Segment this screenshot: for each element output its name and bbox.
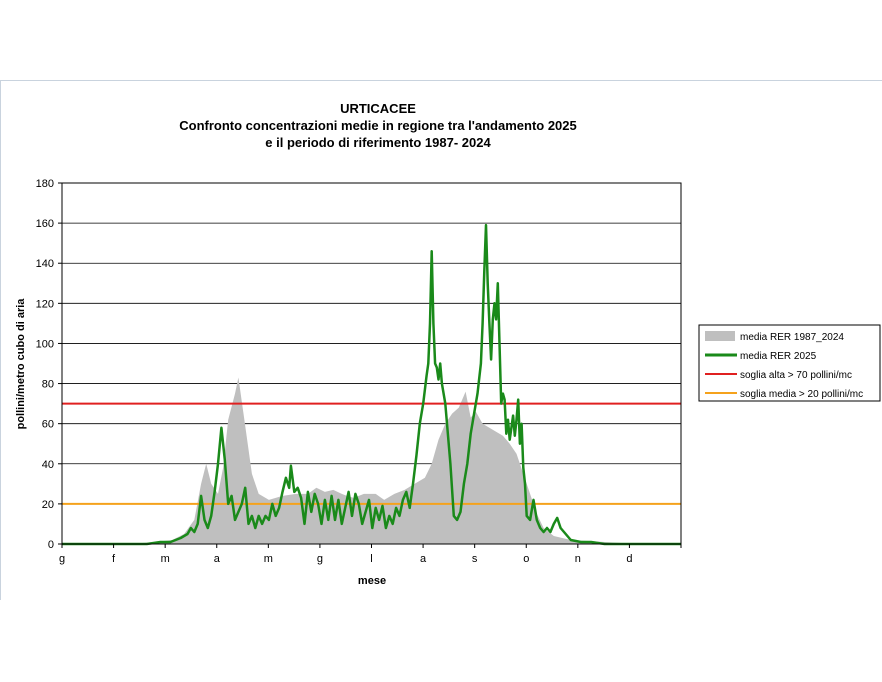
x-tick-label: g xyxy=(59,553,65,565)
grid-lines xyxy=(62,222,681,505)
y-tick-label: 0 xyxy=(48,539,54,551)
y-tick-label: 120 xyxy=(36,298,54,310)
y-tick-label: 180 xyxy=(36,178,54,190)
x-tick-label: o xyxy=(523,553,529,565)
chart-subtitle-line-2: e il periodo di riferimento 1987- 2024 xyxy=(265,135,491,150)
y-tick-label: 80 xyxy=(42,379,54,391)
legend-label: media RER 1987_2024 xyxy=(740,332,844,343)
chart-title: URTICACEE xyxy=(340,101,416,116)
x-axis-ticks: gfmamglasond xyxy=(59,544,682,565)
x-tick-label: m xyxy=(264,553,273,565)
x-tick-label: f xyxy=(112,553,116,565)
plot-border xyxy=(61,182,682,545)
legend-label: soglia media > 20 pollini/mc xyxy=(740,389,863,400)
threshold-layer xyxy=(62,402,681,505)
x-tick-label: g xyxy=(317,553,323,565)
y-tick-label: 100 xyxy=(36,338,54,350)
legend-label: soglia alta > 70 pollini/mc xyxy=(740,370,852,381)
x-tick-label: a xyxy=(214,553,221,565)
legend-swatch-area xyxy=(705,331,735,341)
y-tick-label: 40 xyxy=(42,459,54,471)
x-tick-label: a xyxy=(420,553,427,565)
legend-label: media RER 2025 xyxy=(740,351,817,362)
x-tick-label: l xyxy=(370,553,372,565)
x-tick-label: n xyxy=(575,553,581,565)
x-tick-label: d xyxy=(626,553,632,565)
x-tick-label: m xyxy=(161,553,170,565)
y-tick-label: 160 xyxy=(36,218,54,230)
chart-subtitle-line-1: Confronto concentrazioni medie in region… xyxy=(179,118,577,133)
chart-title-group: URTICACEE Confronto concentrazioni medie… xyxy=(179,101,577,150)
y-tick-label: 20 xyxy=(42,499,54,511)
y-tick-label: 140 xyxy=(36,258,54,270)
chart: URTICACEE Confronto concentrazioni medie… xyxy=(15,101,881,587)
y-tick-label: 60 xyxy=(42,419,54,431)
legend: media RER 1987_2024media RER 2025 soglia … xyxy=(698,324,881,402)
y-axis-ticks: 0 20 40 60 80 100 120 140 160 180 xyxy=(36,178,62,551)
x-tick-label: s xyxy=(472,553,478,565)
y-axis-label: pollini/metro cubo di aria xyxy=(15,298,27,430)
x-axis-label: mese xyxy=(358,575,386,587)
